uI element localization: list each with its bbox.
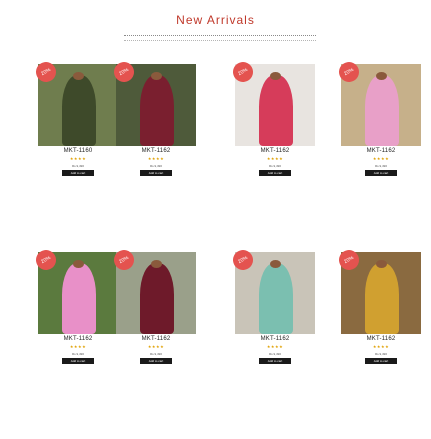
product-sku[interactable]: MKT-1162 [341, 336, 421, 342]
product-price: Rs.9,490 [374, 164, 387, 168]
add-to-cart-button[interactable]: Add to cart [259, 170, 291, 176]
rating-stars: ★★★★ [69, 344, 87, 349]
add-to-cart-button[interactable]: Add to cart [140, 170, 172, 176]
add-to-cart-button[interactable]: Add to cart [365, 358, 397, 364]
product-price: Rs.9,490 [149, 164, 162, 168]
rating-stars: ★★★★ [266, 344, 284, 349]
product-price: Rs.9,490 [71, 164, 84, 168]
rating-stars: ★★★★ [69, 156, 87, 161]
add-to-cart-button[interactable]: Add to cart [62, 358, 94, 364]
product-price: Rs.9,490 [71, 352, 84, 356]
rating-stars: ★★★★ [147, 156, 165, 161]
product-price: Rs.9,490 [268, 352, 281, 356]
add-to-cart-button[interactable]: Add to cart [259, 358, 291, 364]
product-price: Rs.9,490 [268, 164, 281, 168]
product-sku[interactable]: MKT-1162 [116, 148, 196, 154]
product-price: Rs.9,490 [374, 352, 387, 356]
rating-stars: ★★★★ [372, 344, 390, 349]
add-to-cart-button[interactable]: Add to cart [62, 170, 94, 176]
product-grid: 20% MKT-1160 ★★★★ Rs.9,490 Add to cart 20% MKT… [0, 0, 431, 439]
rating-stars: ★★★★ [147, 344, 165, 349]
rating-stars: ★★★★ [266, 156, 284, 161]
product-sku[interactable]: MKT-1162 [235, 336, 315, 342]
product-sku[interactable]: MKT-1162 [235, 148, 315, 154]
add-to-cart-button[interactable]: Add to cart [140, 358, 172, 364]
product-sku[interactable]: MKT-1160 [38, 148, 118, 154]
product-sku[interactable]: MKT-1162 [38, 336, 118, 342]
product-sku[interactable]: MKT-1162 [341, 148, 421, 154]
rating-stars: ★★★★ [372, 156, 390, 161]
product-sku[interactable]: MKT-1162 [116, 336, 196, 342]
add-to-cart-button[interactable]: Add to cart [365, 170, 397, 176]
product-price: Rs.9,490 [149, 352, 162, 356]
